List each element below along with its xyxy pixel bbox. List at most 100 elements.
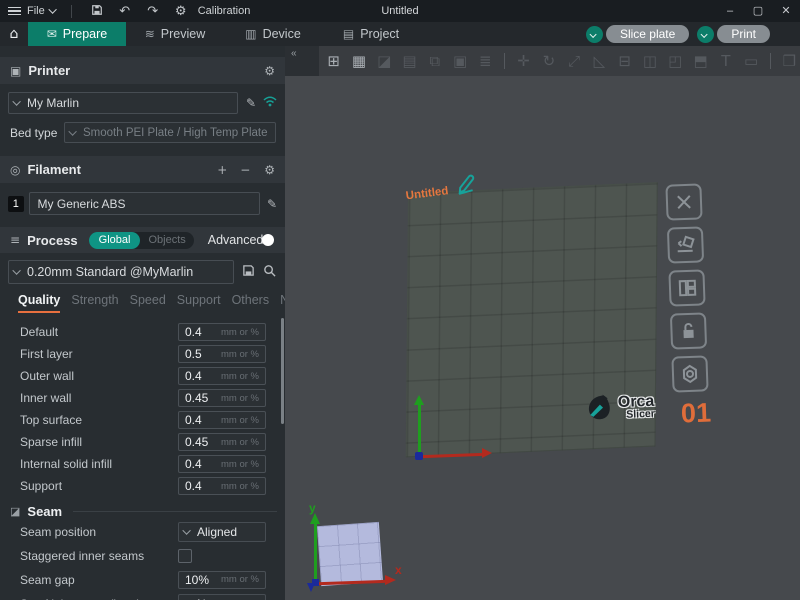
slice-plate-button[interactable]: Slice plate (606, 25, 689, 43)
scope-global[interactable]: Global (89, 232, 141, 249)
printer-settings-icon[interactable]: ⚙ (264, 64, 275, 78)
tab-project[interactable]: ▤ Project (322, 22, 420, 46)
fill-color-icon[interactable]: ◰ (665, 52, 686, 70)
select-value: Aligned (197, 525, 237, 539)
auto-orient-icon[interactable]: ◪ (374, 52, 395, 70)
process-title: Process (27, 233, 78, 248)
device-icon: ▥ (245, 27, 256, 41)
split-objects-icon[interactable]: ⊟ (614, 52, 635, 70)
edit-printer-icon[interactable]: ✎ (246, 96, 256, 110)
paste-icon[interactable]: ▣ (449, 52, 470, 70)
process-icon: ≡ (10, 233, 20, 247)
calibration-label[interactable]: Calibration (198, 5, 251, 17)
search-icon[interactable] (263, 264, 276, 280)
param-input[interactable]: 0.4mm or % (178, 477, 266, 495)
printer-icon: ▣ (10, 64, 21, 78)
param-label: Scarf joint seam (beta) (20, 597, 141, 600)
tab-speed[interactable]: Speed (130, 293, 166, 313)
split-parts-icon[interactable]: ◫ (639, 52, 660, 70)
remove-filament-icon[interactable]: − (237, 163, 253, 177)
variable-layer-height-icon[interactable]: ⬒ (690, 52, 711, 70)
tab-label: Project (360, 27, 399, 41)
tab-quality[interactable]: Quality (18, 293, 60, 313)
param-input[interactable]: 0.4mm or % (178, 411, 266, 429)
move-icon[interactable]: ✛ (513, 52, 534, 70)
gizmo-axis-z-arrowhead (307, 583, 315, 592)
param-input[interactable]: 0.5mm or % (178, 345, 266, 363)
text-tool-icon[interactable]: T (715, 52, 736, 70)
printer-section-header: ▣ Printer ⚙ (0, 57, 285, 84)
bed-type-select[interactable]: Smooth PEI Plate / High Temp Plate (64, 122, 276, 143)
rotate-icon[interactable]: ↻ (538, 52, 559, 70)
sidebar-scrollbar[interactable] (281, 318, 284, 424)
copy-icon[interactable]: ⧉ (424, 52, 445, 70)
process-profile-select[interactable]: 0.20mm Standard @MyMarlin (8, 260, 234, 284)
print-options-dropdown[interactable] (697, 26, 714, 43)
param-input[interactable]: 0.4mm or % (178, 367, 266, 385)
divider (71, 5, 72, 18)
file-menu[interactable]: File (27, 5, 45, 17)
scarf-joint-seam-select[interactable]: None (178, 594, 266, 600)
calibration-icon[interactable]: ⚙ (170, 4, 192, 19)
save-profile-icon[interactable] (242, 264, 255, 280)
measure-icon[interactable]: ▭ (740, 52, 761, 70)
add-object-icon[interactable]: ⊞ (323, 52, 344, 70)
viewport-3d[interactable]: ⊞ ▦ ◪ ▤ ⧉ ▣ ≣ ✛ ↻ ⤢ ◺ ⊟ ◫ ◰ ⬒ T ▭ ❒ « Un… (285, 46, 800, 600)
add-plate-icon[interactable]: ▦ (348, 52, 369, 70)
minimize-button[interactable]: – (716, 0, 744, 22)
gizmo-axis-y (314, 523, 317, 583)
param-input[interactable]: 0.45mm or % (178, 433, 266, 451)
tab-device[interactable]: ▥ Device (224, 22, 322, 46)
chevron-down-icon[interactable] (48, 5, 56, 13)
param-label: Seam gap (20, 573, 75, 587)
assembly-view-icon[interactable]: ❒ (779, 52, 800, 70)
seam-position-select[interactable]: Aligned (178, 522, 266, 542)
collapse-sidebar-icon[interactable]: « (285, 46, 319, 76)
redo-icon[interactable]: ↷ (142, 4, 164, 19)
arrange-icon[interactable]: ▤ (399, 52, 420, 70)
orientation-gizmo[interactable]: y x (293, 501, 413, 600)
scope-objects[interactable]: Objects (140, 234, 193, 246)
print-button[interactable]: Print (717, 25, 770, 43)
undo-icon[interactable]: ↶ (114, 4, 136, 19)
save-icon[interactable] (86, 4, 108, 19)
staggered-inner-seams-checkbox[interactable] (178, 549, 192, 563)
chevron-down-icon (182, 526, 190, 534)
tab-preview[interactable]: ≋ Preview (126, 22, 224, 46)
scale-icon[interactable]: ⤢ (564, 52, 585, 70)
flatten-icon[interactable]: ◺ (589, 52, 610, 70)
layers-icon[interactable]: ≣ (475, 52, 496, 70)
seam-row: Seam position Aligned (0, 520, 285, 543)
printer-select[interactable]: My Marlin (8, 92, 238, 114)
wifi-icon[interactable] (263, 96, 277, 110)
param-row: First layer 0.5mm or % (0, 343, 285, 365)
close-icon (675, 193, 694, 212)
filament-select[interactable]: My Generic ABS (29, 192, 260, 215)
arrange-plate-button[interactable] (668, 269, 705, 306)
auto-orient-icon (675, 235, 696, 256)
tab-support[interactable]: Support (177, 293, 221, 313)
rename-plate-icon[interactable] (450, 172, 478, 197)
plate-settings-button[interactable] (671, 355, 708, 392)
tab-strength[interactable]: Strength (71, 293, 118, 313)
maximize-button[interactable]: ▢ (744, 0, 772, 22)
filament-settings-icon[interactable]: ⚙ (264, 163, 275, 177)
slice-options-dropdown[interactable] (586, 26, 603, 43)
param-input[interactable]: 0.45mm or % (178, 389, 266, 407)
param-input[interactable]: 0.4mm or % (178, 323, 266, 341)
close-button[interactable]: ✕ (772, 0, 800, 22)
menu-icon[interactable] (8, 5, 21, 18)
home-icon[interactable]: ⌂ (0, 22, 28, 46)
add-filament-icon[interactable]: + (214, 163, 230, 177)
seam-gap-input[interactable]: 10%mm or % (178, 571, 266, 589)
param-input[interactable]: 0.4mm or % (178, 455, 266, 473)
edit-filament-icon[interactable]: ✎ (267, 197, 277, 211)
tab-prepare[interactable]: ✉ Prepare (28, 22, 126, 46)
delete-plate-button[interactable] (665, 183, 702, 220)
auto-orient-plate-button[interactable] (667, 226, 704, 263)
process-scope-toggle[interactable]: Global Objects (89, 232, 194, 249)
process-tabs: Quality Strength Speed Support Others No… (0, 284, 285, 313)
seam-row: Staggered inner seams (0, 544, 285, 567)
lock-plate-button[interactable] (670, 312, 707, 349)
tab-others[interactable]: Others (232, 293, 270, 313)
